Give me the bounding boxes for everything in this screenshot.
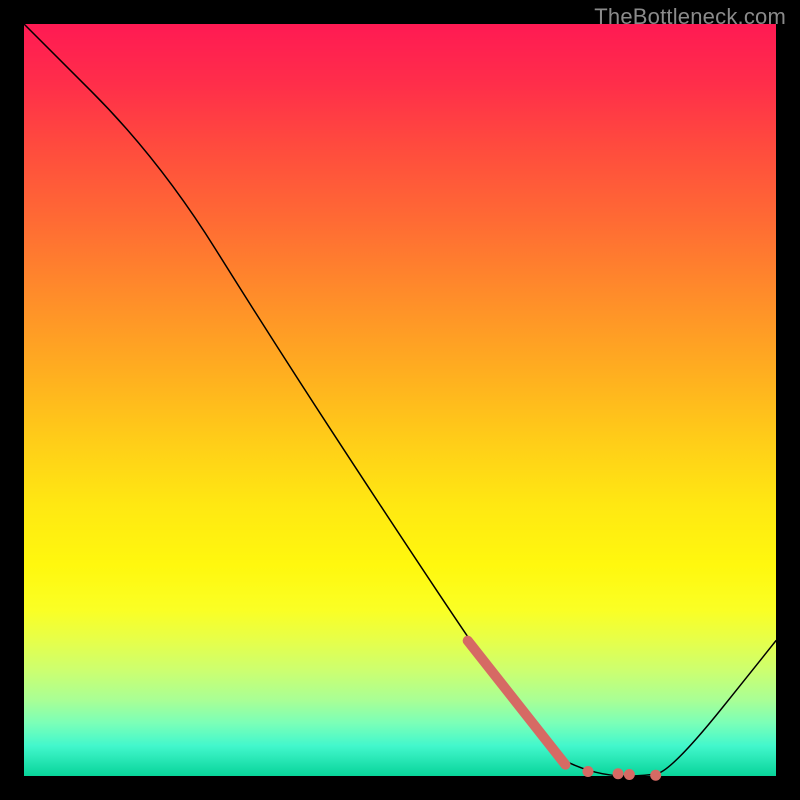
chart-stage: TheBottleneck.com: [0, 0, 800, 800]
bottleneck-curve: [24, 24, 776, 776]
highlight-dot: [624, 769, 635, 780]
highlight-dots-group: [583, 766, 662, 781]
highlight-dot: [650, 770, 661, 781]
highlight-dot: [583, 766, 594, 777]
highlight-dot: [613, 768, 624, 779]
chart-overlay: [24, 24, 776, 776]
highlight-segment: [468, 641, 566, 765]
watermark-text: TheBottleneck.com: [594, 4, 786, 30]
